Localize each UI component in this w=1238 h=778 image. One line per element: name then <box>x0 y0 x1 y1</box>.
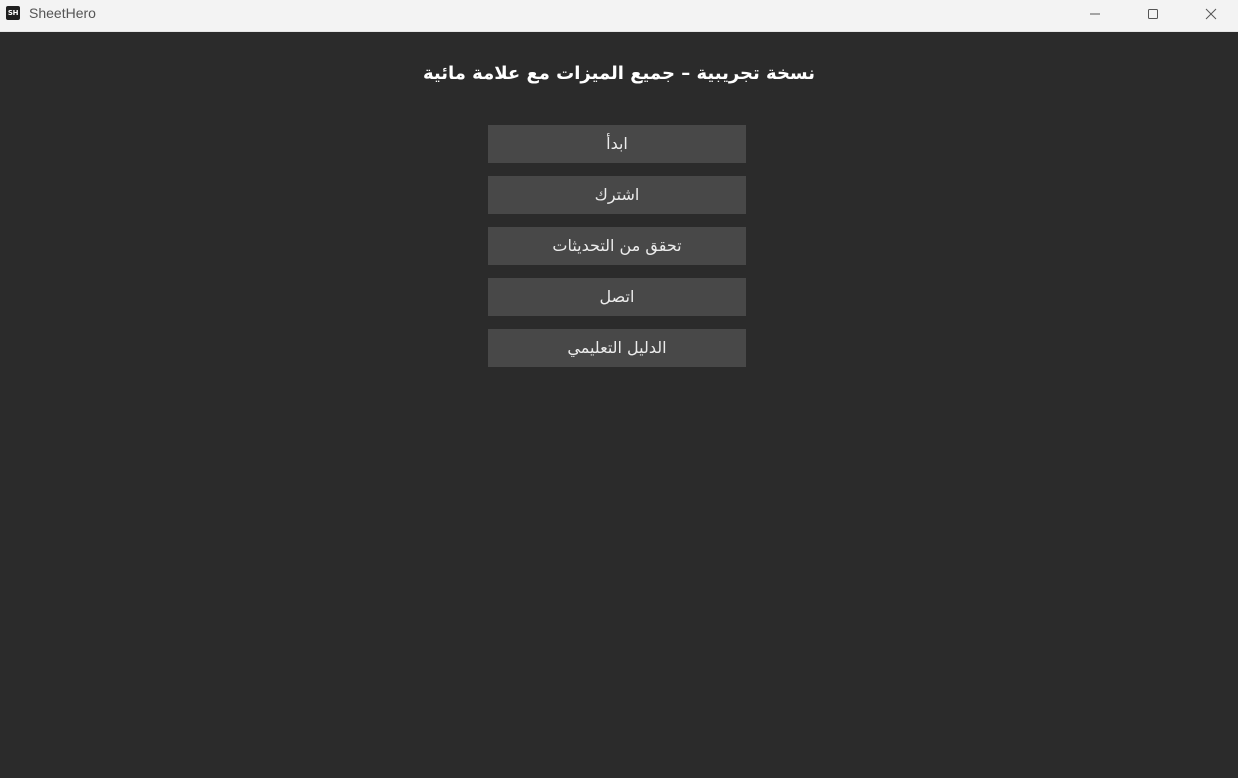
main-menu: ابدأ اشترك تحقق من التحديثات اتصل الدليل… <box>488 125 746 380</box>
maximize-icon <box>1148 9 1158 19</box>
tutorial-button[interactable]: الدليل التعليمي <box>488 329 746 367</box>
check-updates-button[interactable]: تحقق من التحديثات <box>488 227 746 265</box>
contact-button[interactable]: اتصل <box>488 278 746 316</box>
close-button[interactable] <box>1188 0 1234 28</box>
maximize-button[interactable] <box>1130 0 1176 28</box>
trial-headline: نسخة تجريبية – جميع الميزات مع علامة مائ… <box>422 63 815 84</box>
start-button[interactable]: ابدأ <box>488 125 746 163</box>
window-title: SheetHero <box>29 5 96 21</box>
subscribe-button[interactable]: اشترك <box>488 176 746 214</box>
minimize-icon <box>1090 13 1100 15</box>
title-bar[interactable]: SH SheetHero <box>0 0 1238 32</box>
app-logo-icon: SH <box>6 6 20 20</box>
main-panel: نسخة تجريبية – جميع الميزات مع علامة مائ… <box>0 32 1238 778</box>
app-window: SH SheetHero نسخة تجريبية – جميع الميزات… <box>0 0 1238 778</box>
minimize-button[interactable] <box>1072 0 1118 28</box>
close-icon <box>1205 8 1217 20</box>
